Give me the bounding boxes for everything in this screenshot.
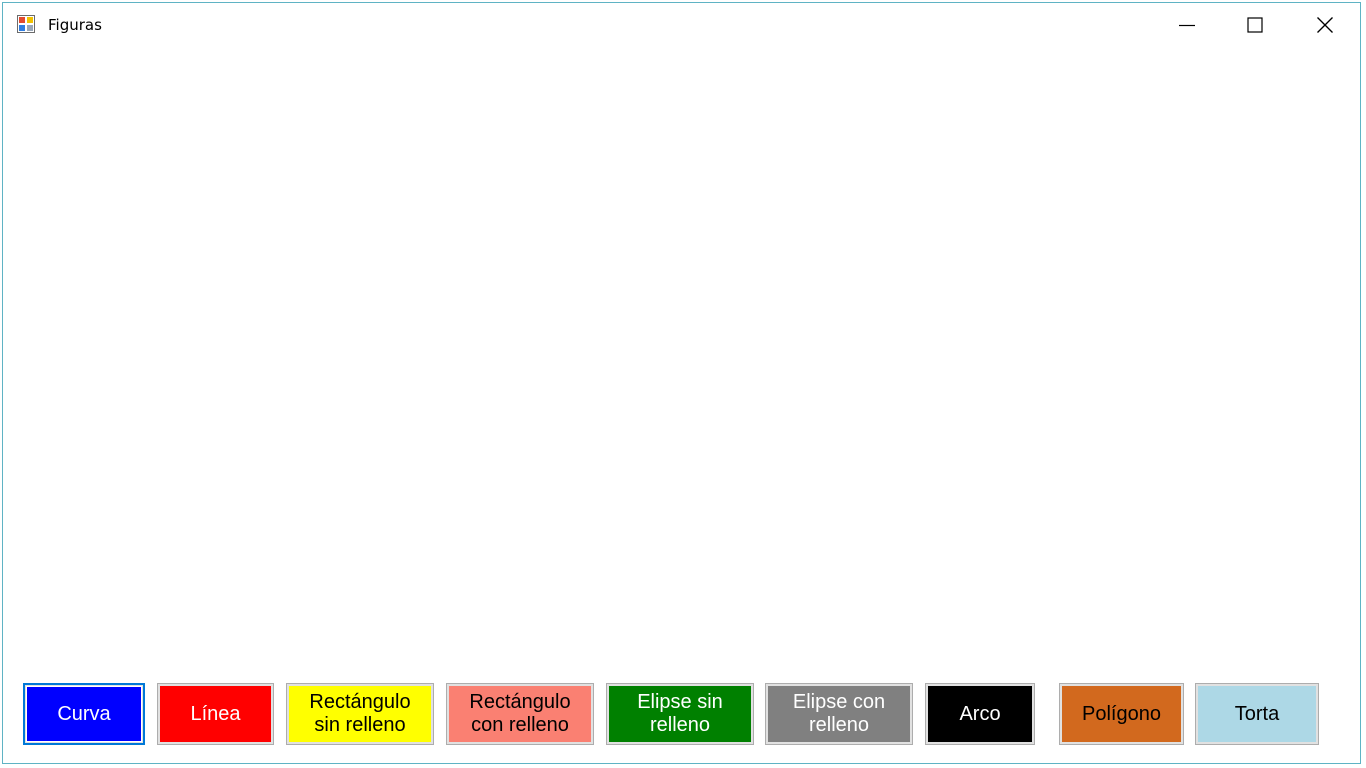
close-icon <box>1317 17 1333 33</box>
rectangulo-con-relleno-button[interactable]: Rectángulo con relleno <box>446 683 594 745</box>
linea-button[interactable]: Línea <box>157 683 274 745</box>
form-app-icon <box>17 15 35 33</box>
minimize-icon <box>1179 24 1195 27</box>
minimize-button[interactable] <box>1157 3 1217 47</box>
arco-button[interactable]: Arco <box>925 683 1035 745</box>
poligono-button[interactable]: Polígono <box>1059 683 1184 745</box>
title-bar[interactable]: Figuras <box>3 3 1360 47</box>
curva-button[interactable]: Curva <box>23 683 145 745</box>
rectangulo-sin-relleno-button[interactable]: Rectángulo sin relleno <box>286 683 434 745</box>
app-window: Figuras Curva Línea Rectángulo sin relle… <box>2 2 1361 764</box>
maximize-button[interactable] <box>1225 3 1285 47</box>
window-title: Figuras <box>48 16 102 34</box>
torta-button[interactable]: Torta <box>1195 683 1319 745</box>
maximize-icon <box>1247 17 1263 33</box>
close-button[interactable] <box>1295 3 1355 47</box>
elipse-sin-relleno-button[interactable]: Elipse sin relleno <box>606 683 754 745</box>
drawing-canvas[interactable] <box>3 47 1360 665</box>
elipse-con-relleno-button[interactable]: Elipse con relleno <box>765 683 913 745</box>
